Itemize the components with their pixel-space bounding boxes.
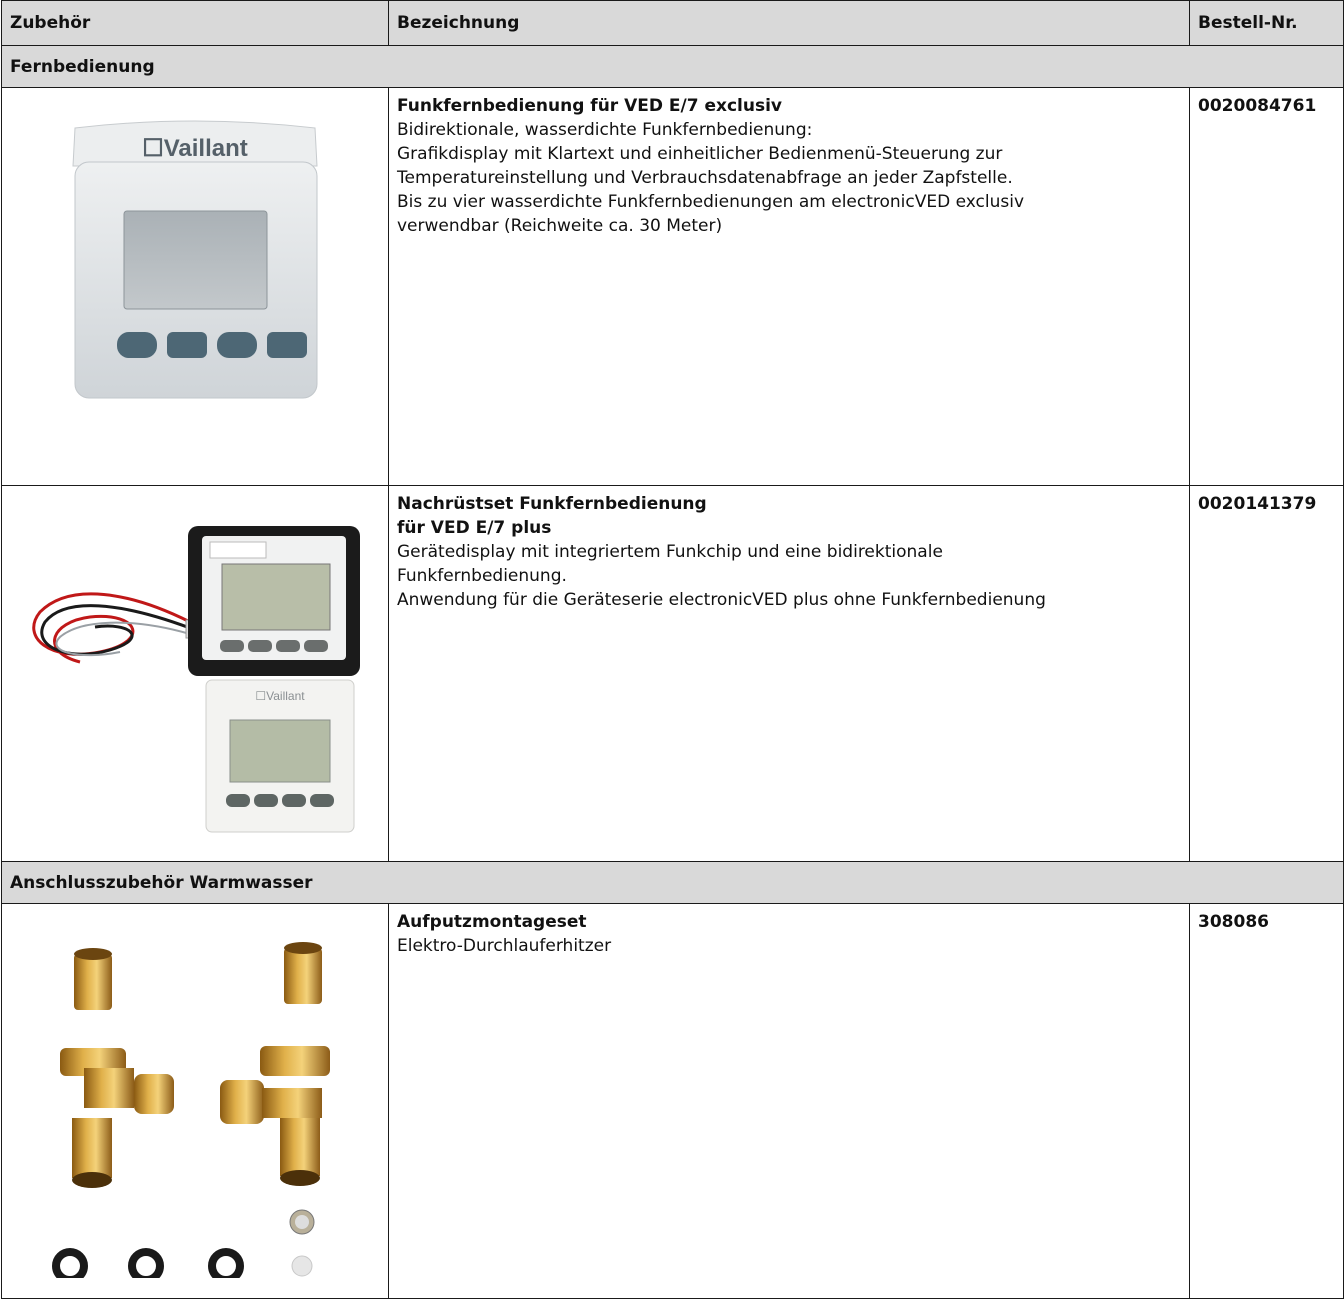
description-line: verwendbar (Reichweite ca. 30 Meter)	[397, 216, 723, 236]
product-title: Nachrüstset Funkfernbedienung	[397, 494, 707, 514]
order-number: 0020084761	[1189, 87, 1344, 486]
description-line: Elektro-Durchlauferhitzer	[397, 936, 612, 956]
description-line: Bidirektionale, wasserdichte Funkfernbed…	[397, 120, 813, 140]
brand-logo-text: ☐Vaillant	[142, 135, 248, 162]
accessories-table: Zubehör Bezeichnung Bestell-Nr. Fernbedi…	[1, 0, 1344, 1299]
brass-fittings-icon	[52, 942, 330, 1278]
column-header-accessory: Zubehör	[1, 0, 389, 46]
column-header-order-number: Bestell-Nr.	[1189, 0, 1344, 46]
product-description: Funkfernbedienung für VED E/7 exclusiv B…	[388, 87, 1190, 486]
section-row: Fernbedienung	[1, 45, 1344, 88]
table-row: ☐Vaillant Nachrüstset Funkfernbedienung …	[1, 485, 1344, 862]
product-title: Funkfernbedienung für VED E/7 exclusiv	[397, 96, 783, 116]
brand-logo-text: ☐Vaillant	[255, 689, 305, 703]
section-title: Fernbedienung	[1, 45, 1344, 88]
order-number: 0020141379	[1189, 485, 1344, 862]
section-title: Anschlusszubehör Warmwasser	[1, 861, 1344, 904]
product-description: Aufputzmontageset Elektro-Durchlauferhit…	[388, 903, 1190, 1299]
product-image-cell: ☐Vaillant	[1, 485, 389, 862]
product-description: Nachrüstset Funkfernbedienung für VED E/…	[388, 485, 1190, 862]
section-row: Anschlusszubehör Warmwasser	[1, 861, 1344, 904]
description-line: Bis zu vier wasserdichte Funkfernbedienu…	[397, 192, 1025, 212]
product-title: für VED E/7 plus	[397, 518, 552, 538]
table-row: Aufputzmontageset Elektro-Durchlauferhit…	[1, 903, 1344, 1299]
order-number: 308086	[1189, 903, 1344, 1299]
description-line: Funkfernbedienung.	[397, 566, 567, 586]
product-image-cell	[1, 903, 389, 1299]
product-image-cell: ☐Vaillant	[1, 87, 389, 486]
product-title: Aufputzmontageset	[397, 912, 587, 932]
description-line: Grafikdisplay mit Klartext und einheitli…	[397, 144, 1003, 164]
description-line: Anwendung für die Geräteserie electronic…	[397, 590, 1046, 610]
column-header-designation: Bezeichnung	[388, 0, 1190, 46]
table-header-row: Zubehör Bezeichnung Bestell-Nr.	[1, 0, 1344, 46]
table-row: ☐Vaillant Funkfernbedienung für VED E/7 …	[1, 87, 1344, 486]
retrofit-kit-icon: ☐Vaillant	[32, 526, 360, 833]
description-line: Temperatureinstellung und Verbrauchsdate…	[397, 168, 1013, 188]
vaillant-remote-control-icon: ☐Vaillant	[72, 120, 318, 399]
description-line: Gerätedisplay mit integriertem Funkchip …	[397, 542, 943, 562]
